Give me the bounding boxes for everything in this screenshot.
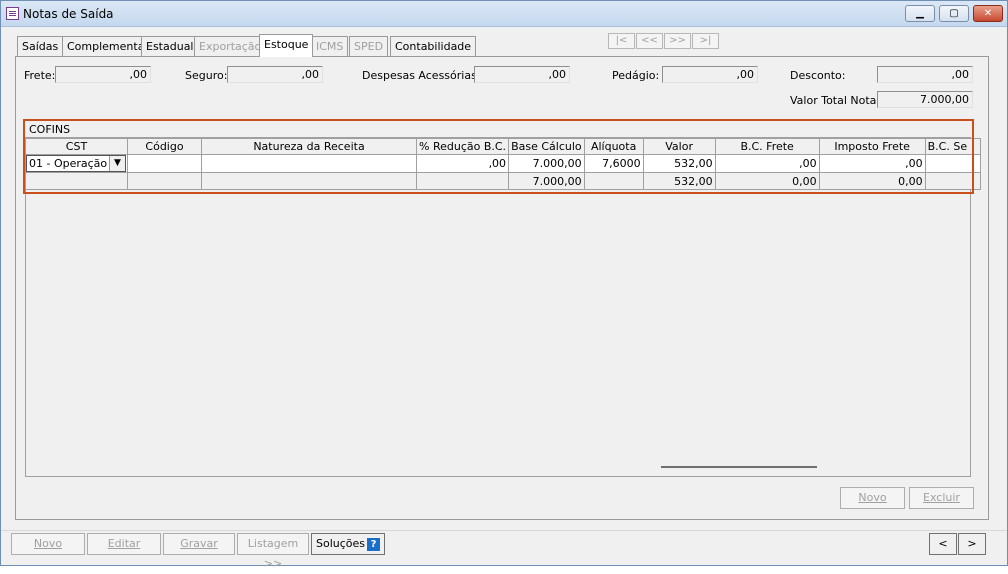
solucoes-label: Soluções <box>315 537 366 550</box>
pager-next-button[interactable]: > <box>958 533 986 555</box>
table-header-row: CST Código Natureza da Receita % Redução… <box>25 138 981 155</box>
cst-cell[interactable]: 01 - Operação T ▼ <box>25 154 128 173</box>
cst-select[interactable]: 01 - Operação T ▼ <box>26 155 126 172</box>
seguro-field[interactable]: ,00 <box>227 66 323 83</box>
minimize-button[interactable]: ▁ <box>905 5 935 22</box>
pedagio-field[interactable]: ,00 <box>662 66 758 83</box>
tab-exportacao[interactable]: Exportação <box>194 36 267 57</box>
cofins-table: CST Código Natureza da Receita % Redução… <box>25 138 981 190</box>
horizontal-scrollbar[interactable] <box>661 466 817 468</box>
app-document-icon <box>6 7 19 20</box>
close-button[interactable]: ✕ <box>973 5 1003 22</box>
footer-gravar-button[interactable]: Gravar <box>163 533 235 555</box>
previous-record-button[interactable]: << <box>636 33 663 49</box>
desconto-field[interactable]: ,00 <box>877 66 973 83</box>
tab-saidas[interactable]: Saídas <box>17 36 64 57</box>
footer-listagem-button[interactable]: Listagem >> <box>237 533 309 570</box>
footer-novo-button[interactable]: Novo <box>11 533 85 555</box>
pedagio-label: Pedágio: <box>612 69 660 82</box>
chevron-down-icon[interactable]: ▼ <box>109 156 125 171</box>
next-record-button[interactable]: >> <box>664 33 691 49</box>
maximize-button[interactable]: ▢ <box>939 5 969 22</box>
frete-label: Frete: <box>24 69 56 82</box>
col-header-codigo[interactable]: Código <box>127 138 202 155</box>
footer-solucoes-button[interactable]: Soluções? <box>311 533 385 555</box>
cofins-title: COFINS <box>29 123 71 136</box>
main-window: Notas de Saída ▁ ▢ ✕ Saídas Complementar… <box>0 0 1008 570</box>
frete-field[interactable]: ,00 <box>55 66 151 83</box>
col-header-aliquota[interactable]: Alíquota <box>583 138 644 155</box>
imposto-frete-cell[interactable]: ,00 <box>818 154 926 173</box>
col-header-bc-frete[interactable]: B.C. Frete <box>714 138 820 155</box>
window-title: Notas de Saída <box>23 7 114 21</box>
tab-sped[interactable]: SPED <box>349 36 389 57</box>
total-valor: 532,00 <box>642 172 716 190</box>
bc-frete-cell[interactable]: ,00 <box>714 154 820 173</box>
total-imposto-frete: 0,00 <box>818 172 926 190</box>
tab-icms[interactable]: ICMS <box>311 36 349 57</box>
table-row[interactable]: 01 - Operação T ▼ ,00 7.000,00 7,6000 532… <box>25 154 981 173</box>
col-header-base[interactable]: Base Cálculo <box>508 138 585 155</box>
total-base: 7.000,00 <box>508 172 585 190</box>
panel-novo-button[interactable]: Novo <box>840 487 905 509</box>
title-bar: Notas de Saída ▁ ▢ ✕ <box>1 1 1007 27</box>
seguro-label: Seguro: <box>185 69 228 82</box>
total-bc-frete: 0,00 <box>714 172 820 190</box>
tab-contabilidade[interactable]: Contabilidade <box>390 36 477 57</box>
pager-prev-button[interactable]: < <box>929 533 957 555</box>
valor-total-label: Valor Total Nota: <box>790 94 881 107</box>
footer-editar-button[interactable]: Editar <box>87 533 161 555</box>
cst-select-value: 01 - Operação T <box>29 157 118 170</box>
totals-row: 7.000,00 532,00 0,00 0,00 <box>25 172 981 190</box>
codigo-cell[interactable] <box>127 154 202 173</box>
col-header-bc-se[interactable]: B.C. Se <box>924 138 981 155</box>
footer-separator <box>1 530 1007 531</box>
natureza-cell[interactable] <box>201 154 417 173</box>
despesas-label: Despesas Acessórias: <box>362 69 481 82</box>
tab-estoque[interactable]: Estoque <box>259 34 314 57</box>
panel-excluir-button[interactable]: Excluir <box>909 487 974 509</box>
valor-cell[interactable]: 532,00 <box>642 154 716 173</box>
col-header-reducao[interactable]: % Redução B.C. <box>415 138 510 155</box>
col-header-valor[interactable]: Valor <box>642 138 716 155</box>
base-cell[interactable]: 7.000,00 <box>508 154 585 173</box>
col-header-imposto-frete[interactable]: Imposto Frete <box>818 138 926 155</box>
despesas-field[interactable]: ,00 <box>474 66 570 83</box>
desconto-label: Desconto: <box>790 69 846 82</box>
col-header-natureza[interactable]: Natureza da Receita <box>201 138 417 155</box>
col-header-cst[interactable]: CST <box>25 138 128 155</box>
aliquota-cell[interactable]: 7,6000 <box>583 154 644 173</box>
reducao-cell[interactable]: ,00 <box>415 154 510 173</box>
bc-se-cell[interactable] <box>924 154 981 173</box>
valor-total-field: 7.000,00 <box>877 91 973 108</box>
last-record-button[interactable]: >| <box>692 33 719 49</box>
help-icon: ? <box>367 537 381 551</box>
tab-estadual[interactable]: Estadual <box>141 36 199 57</box>
first-record-button[interactable]: |< <box>608 33 635 49</box>
